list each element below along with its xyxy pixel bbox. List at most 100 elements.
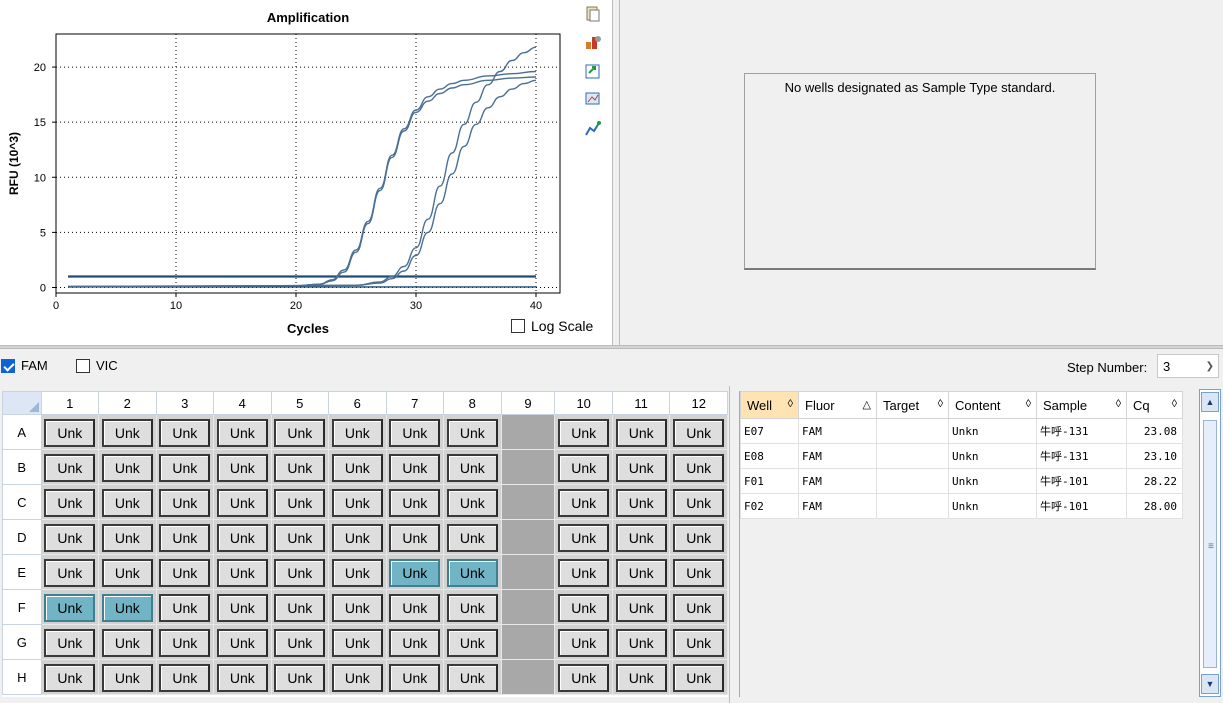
scroll-down-button[interactable]: ▼ bbox=[1201, 674, 1219, 694]
plate-well-cell[interactable]: Unk bbox=[98, 414, 157, 450]
plate-well-cell[interactable]: Unk bbox=[40, 414, 100, 450]
plate-well-cell[interactable]: Unk bbox=[213, 659, 272, 695]
sort-icon[interactable]: ◊ bbox=[1172, 398, 1177, 410]
plate-well-cell[interactable]: Unk bbox=[213, 484, 272, 520]
plate-well[interactable]: Unk bbox=[216, 489, 268, 517]
plate-well-cell[interactable]: Unk bbox=[443, 449, 502, 485]
empty-well[interactable] bbox=[500, 589, 556, 625]
plate-well-cell[interactable]: Unk bbox=[328, 484, 387, 520]
plate-well[interactable]: Unk bbox=[446, 629, 498, 657]
plate-well[interactable]: Unk bbox=[44, 664, 96, 692]
plate-well[interactable]: Unk bbox=[274, 629, 326, 657]
plate-well-cell[interactable]: Unk bbox=[611, 414, 671, 450]
plate-well[interactable]: Unk bbox=[673, 559, 725, 587]
plate-well-cell[interactable]: Unk bbox=[40, 484, 100, 520]
plate-well-cell[interactable]: Unk bbox=[155, 484, 215, 520]
trace-icon[interactable] bbox=[584, 120, 602, 138]
plate-well-cell[interactable]: Unk bbox=[40, 659, 100, 695]
plate-well-cell[interactable]: Unk bbox=[669, 519, 728, 555]
plate-column-header[interactable]: 1 bbox=[40, 391, 100, 415]
plate-well-cell[interactable]: Unk bbox=[213, 554, 272, 590]
plate-well-cell[interactable]: Unk bbox=[328, 449, 387, 485]
scroll-thumb[interactable]: ≡ bbox=[1203, 420, 1217, 668]
column-header-well[interactable]: Well ◊ bbox=[740, 391, 799, 419]
plate-well-cell[interactable]: Unk bbox=[213, 589, 272, 625]
plate-well-cell[interactable]: Unk bbox=[155, 449, 215, 485]
plate-well[interactable]: Unk bbox=[216, 629, 268, 657]
plate-well-cell[interactable]: Unk bbox=[554, 414, 613, 450]
plate-well[interactable]: Unk bbox=[673, 524, 725, 552]
export-icon[interactable] bbox=[584, 62, 602, 80]
plate-well-cell[interactable]: Unk bbox=[385, 659, 445, 695]
plate-well[interactable]: Unk bbox=[274, 489, 326, 517]
plate-well-cell[interactable]: Unk bbox=[155, 659, 215, 695]
plate-well-cell[interactable]: Unk bbox=[443, 414, 502, 450]
plate-well[interactable]: Unk bbox=[159, 454, 211, 482]
plate-well[interactable]: Unk bbox=[615, 454, 667, 482]
vic-checkbox[interactable] bbox=[76, 358, 90, 373]
plate-well-cell[interactable]: Unk bbox=[611, 554, 671, 590]
plate-well[interactable]: Unk bbox=[673, 664, 725, 692]
plate-well-cell[interactable]: Unk bbox=[155, 624, 215, 660]
plate-well[interactable]: Unk bbox=[615, 594, 667, 622]
plate-well[interactable]: Unk bbox=[44, 524, 96, 552]
plate-well-cell[interactable]: Unk bbox=[554, 484, 613, 520]
plate-well[interactable]: Unk bbox=[389, 419, 441, 447]
plate-well[interactable]: Unk bbox=[331, 419, 383, 447]
log-scale-toggle[interactable]: Log Scale bbox=[511, 318, 593, 334]
plate-well[interactable]: Unk bbox=[558, 559, 610, 587]
plate-well[interactable]: Unk bbox=[274, 559, 326, 587]
plate-well[interactable]: Unk bbox=[673, 489, 725, 517]
fam-checkbox[interactable] bbox=[1, 358, 15, 373]
plate-well-cell[interactable]: Unk bbox=[611, 659, 671, 695]
horizontal-splitter[interactable] bbox=[0, 345, 1223, 349]
plate-well[interactable]: Unk bbox=[159, 489, 211, 517]
plate-well[interactable]: Unk bbox=[216, 454, 268, 482]
plate-well[interactable]: Unk bbox=[446, 454, 498, 482]
plate-well[interactable]: Unk bbox=[159, 594, 211, 622]
sort-icon[interactable]: ◊ bbox=[1026, 398, 1031, 410]
plate-well[interactable]: Unk bbox=[159, 419, 211, 447]
plate-well-cell[interactable]: Unk bbox=[554, 589, 613, 625]
plate-well[interactable]: Unk bbox=[101, 594, 153, 622]
empty-well[interactable] bbox=[500, 659, 556, 695]
plate-well[interactable]: Unk bbox=[558, 419, 610, 447]
plate-well[interactable]: Unk bbox=[331, 559, 383, 587]
step-number-select[interactable]: 3 ❯ bbox=[1157, 354, 1219, 378]
plate-well[interactable]: Unk bbox=[446, 524, 498, 552]
plate-well-cell[interactable]: Unk bbox=[328, 624, 387, 660]
plate-well-cell[interactable]: Unk bbox=[98, 484, 157, 520]
plate-well-cell[interactable]: Unk bbox=[98, 449, 157, 485]
plate-column-header[interactable]: 11 bbox=[611, 391, 671, 415]
plate-well[interactable]: Unk bbox=[216, 524, 268, 552]
plate-well[interactable]: Unk bbox=[101, 629, 153, 657]
column-header-sample[interactable]: Sample ◊ bbox=[1036, 391, 1127, 419]
plate-column-header[interactable]: 9 bbox=[500, 391, 556, 415]
plate-well[interactable]: Unk bbox=[331, 454, 383, 482]
plate-well-cell[interactable]: Unk bbox=[669, 624, 728, 660]
plate-well-cell[interactable]: Unk bbox=[385, 624, 445, 660]
sort-icon[interactable]: ◊ bbox=[1116, 398, 1121, 410]
plate-well[interactable]: Unk bbox=[558, 629, 610, 657]
plate-well-cell[interactable]: Unk bbox=[554, 554, 613, 590]
plate-well[interactable]: Unk bbox=[615, 629, 667, 657]
plate-column-header[interactable]: 6 bbox=[328, 391, 387, 415]
plate-column-header[interactable]: 4 bbox=[213, 391, 272, 415]
plate-well[interactable]: Unk bbox=[216, 559, 268, 587]
plate-well-cell[interactable]: Unk bbox=[328, 589, 387, 625]
plate-well-cell[interactable]: Unk bbox=[155, 519, 215, 555]
sort-icon[interactable]: △ bbox=[863, 398, 871, 411]
plate-well[interactable]: Unk bbox=[159, 629, 211, 657]
plate-well-cell[interactable]: Unk bbox=[554, 659, 613, 695]
plate-well-cell[interactable]: Unk bbox=[385, 484, 445, 520]
plate-well-cell[interactable]: Unk bbox=[669, 659, 728, 695]
plate-well-cell[interactable]: Unk bbox=[554, 449, 613, 485]
plate-well-cell[interactable]: Unk bbox=[155, 414, 215, 450]
plate-well[interactable]: Unk bbox=[44, 419, 96, 447]
plate-well-cell[interactable]: Unk bbox=[213, 624, 272, 660]
plate-well[interactable]: Unk bbox=[101, 664, 153, 692]
plate-well-cell[interactable]: Unk bbox=[98, 589, 157, 625]
column-header-cq[interactable]: Cq ◊ bbox=[1126, 391, 1183, 419]
plate-well-cell[interactable]: Unk bbox=[270, 519, 330, 555]
plate-well[interactable]: Unk bbox=[274, 524, 326, 552]
